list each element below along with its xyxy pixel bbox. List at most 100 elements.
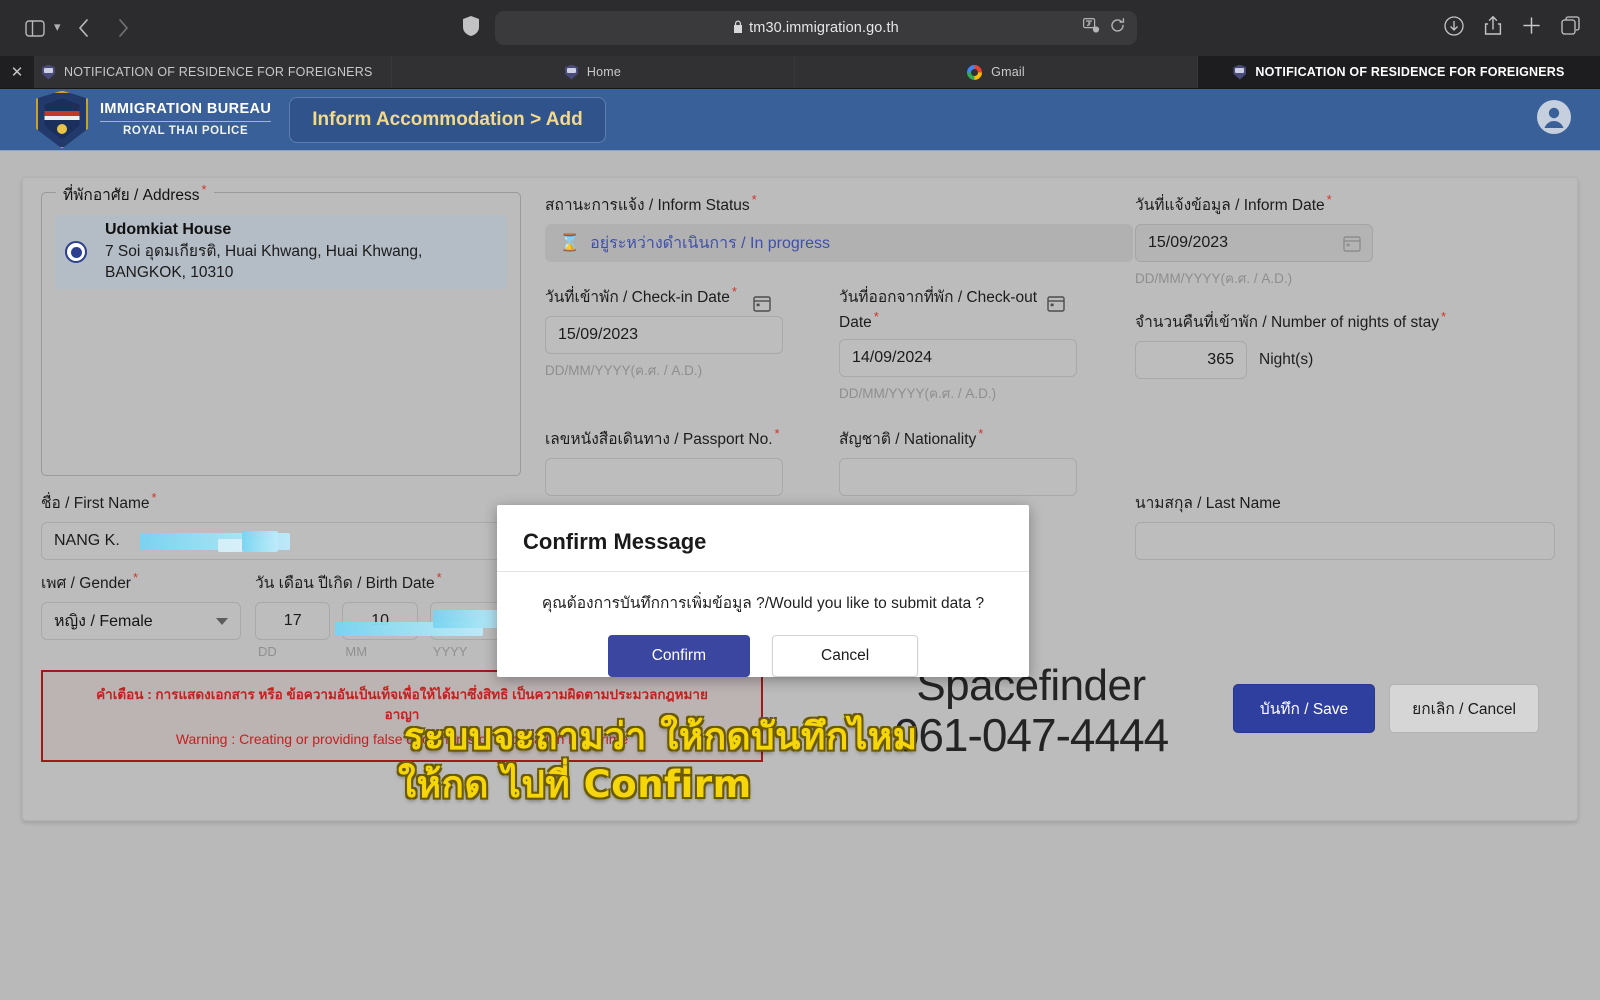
url-input[interactable]: tm30.immigration.go.th bbox=[495, 11, 1137, 45]
page-background: ที่พักอาศัย / Address * Udomkiat House 7 … bbox=[0, 151, 1600, 1000]
last-name-input[interactable] bbox=[1135, 522, 1555, 560]
plus-icon[interactable] bbox=[1522, 16, 1541, 40]
nights-unit-label: Night(s) bbox=[1259, 351, 1314, 369]
gender-label: เพศ / Gender * bbox=[41, 570, 139, 593]
sidebar-icon[interactable] bbox=[18, 13, 52, 43]
dialog-title: Confirm Message bbox=[523, 529, 707, 554]
address-radio[interactable] bbox=[65, 241, 87, 263]
gender-group: เพศ / Gender * หญิง / Female bbox=[41, 570, 241, 641]
warning-thai-line1: คำเตือน : การแสดงเอกสาร หรือ ข้อความอันเ… bbox=[96, 686, 708, 702]
address-option-name: Udomkiat House bbox=[105, 220, 232, 238]
inform-date-hint: DD/MM/YYYY(ค.ศ. / A.D.) bbox=[1135, 271, 1293, 287]
address-option-line2: BANGKOK, 10310 bbox=[105, 263, 234, 281]
chevron-down-icon bbox=[216, 617, 228, 625]
cancel-button[interactable]: ยกเลิก / Cancel bbox=[1389, 684, 1539, 733]
address-legend: ที่พักอาศัย / Address * bbox=[56, 182, 214, 208]
browser-nav-controls: ▾ bbox=[0, 13, 141, 43]
warning-thai-line2: อาญา bbox=[384, 707, 420, 722]
tab-gmail[interactable]: Gmail bbox=[795, 56, 1198, 88]
calendar-icon bbox=[1343, 234, 1361, 257]
tab-overview-icon[interactable] bbox=[1561, 16, 1580, 40]
tab-label: Gmail bbox=[991, 65, 1025, 79]
nights-value: 365 bbox=[1207, 351, 1234, 369]
inform-date-input[interactable]: 15/09/2023 bbox=[1135, 224, 1373, 263]
inform-status-label: สถานะการแจ้ง / Inform Status * bbox=[545, 192, 757, 215]
inform-status-text: อยู่ระหว่างดำเนินการ / In progress bbox=[590, 234, 831, 252]
birth-day-hint: DD bbox=[258, 644, 277, 660]
brand-block: IMMIGRATION BUREAU ROYAL THAI POLICE bbox=[0, 90, 272, 149]
dialog-confirm-button[interactable]: Confirm bbox=[607, 635, 750, 677]
last-name-group: นามสกุล / Last Name bbox=[1135, 490, 1555, 560]
dialog-cancel-button[interactable]: Cancel bbox=[772, 635, 919, 677]
inform-status-value: ⌛ อยู่ระหว่างดำเนินการ / In progress bbox=[545, 224, 1133, 263]
required-mark: * bbox=[151, 490, 157, 505]
birth-month-hint: MM bbox=[345, 644, 368, 660]
shield-favicon-icon bbox=[42, 64, 55, 80]
url-text: tm30.immigration.go.th bbox=[749, 20, 899, 36]
gender-select[interactable]: หญิง / Female bbox=[41, 602, 241, 641]
birth-day-input[interactable]: 17 bbox=[255, 602, 331, 641]
shield-favicon-icon bbox=[564, 64, 578, 80]
share-icon[interactable] bbox=[1484, 15, 1502, 41]
required-mark: * bbox=[132, 570, 139, 585]
nights-row: 365 Night(s) bbox=[1135, 341, 1563, 380]
passport-input[interactable] bbox=[545, 458, 783, 497]
address-bar-group: tm30.immigration.go.th bbox=[463, 11, 1137, 45]
nationality-group: สัญชาติ / Nationality * bbox=[839, 426, 1077, 497]
watermark-line2: 061-047-4444 bbox=[893, 709, 1169, 761]
nights-input[interactable]: 365 bbox=[1135, 341, 1247, 380]
inform-date-group: 15/09/2023 DD/MM/YYYY(ค.ศ. / A.D.) bbox=[1135, 224, 1373, 289]
required-mark: * bbox=[774, 426, 780, 442]
calendar-icon[interactable] bbox=[753, 294, 771, 317]
close-tab-button[interactable]: ✕ bbox=[0, 56, 34, 88]
checkin-date-group: วันที่เข้าพัก / Check-in Date * 15/09/202… bbox=[545, 284, 783, 404]
address-option-line1: 7 Soi อุดมเกียรติ, Huai Khwang, Huai Khw… bbox=[105, 242, 423, 260]
checkin-date-input[interactable]: 15/09/2023 bbox=[545, 316, 783, 355]
required-mark: * bbox=[873, 309, 879, 325]
birth-date-group: วัน เดือน ปีเกิด / Birth Date * 17 DD 10 … bbox=[255, 570, 525, 659]
sidebar-chevron-down-icon[interactable]: ▾ bbox=[54, 19, 61, 37]
passport-group: เลขหนังสือเดินทาง / Passport No. * bbox=[545, 426, 783, 497]
tab-notification-1[interactable]: NOTIFICATION OF RESIDENCE FOR FOREIGNERS bbox=[34, 56, 392, 88]
first-name-input[interactable]: NANG K. bbox=[41, 522, 523, 561]
nationality-input[interactable] bbox=[839, 458, 1077, 497]
translate-icon[interactable] bbox=[1083, 18, 1100, 38]
required-mark: * bbox=[731, 284, 737, 300]
required-mark: * bbox=[436, 570, 442, 585]
redaction-overlay bbox=[242, 531, 278, 553]
app-header: IMMIGRATION BUREAU ROYAL THAI POLICE Inf… bbox=[0, 89, 1600, 151]
checkout-date-input[interactable]: 14/09/2024 bbox=[839, 339, 1077, 378]
org-name-line2: ROYAL THAI POLICE bbox=[123, 124, 249, 137]
required-mark: * bbox=[1440, 309, 1447, 325]
spacefinder-watermark: Spacefinder 061-047-4444 bbox=[881, 664, 1181, 761]
save-button[interactable]: บันทึก / Save bbox=[1232, 684, 1376, 733]
immigration-bureau-crest-icon bbox=[36, 90, 88, 149]
warning-english: Warning : Creating or providing false do… bbox=[175, 731, 629, 748]
inform-date-label: วันที่แจ้งข้อมูล / Inform Date * bbox=[1135, 192, 1332, 215]
warning-box: คำเตือน : การแสดงเอกสาร หรือ ข้อความอันเ… bbox=[41, 670, 763, 762]
checkout-date-label: วันที่ออกจากที่พัก / Check-out Date * bbox=[839, 289, 1038, 332]
reload-icon[interactable] bbox=[1110, 18, 1125, 38]
birth-day-value: 17 bbox=[283, 612, 302, 630]
checkout-date-hint: DD/MM/YYYY(ค.ศ. / A.D.) bbox=[839, 386, 997, 402]
forward-chevron-icon[interactable] bbox=[107, 13, 141, 43]
address-option-row[interactable]: Udomkiat House 7 Soi อุดมเกียรติ, Huai K… bbox=[55, 215, 507, 289]
tab-notification-active[interactable]: NOTIFICATION OF RESIDENCE FOR FOREIGNERS bbox=[1198, 56, 1600, 88]
tab-label: Home bbox=[586, 65, 622, 79]
shield-icon[interactable] bbox=[463, 15, 479, 41]
user-avatar-icon[interactable] bbox=[1536, 99, 1572, 140]
tab-home[interactable]: Home bbox=[392, 56, 795, 88]
checkout-date-value: 14/09/2024 bbox=[852, 349, 933, 367]
tab-label: NOTIFICATION OF RESIDENCE FOR FOREIGNERS bbox=[64, 65, 373, 79]
nights-label: จำนวนคืนที่เข้าพัก / Number of nights of… bbox=[1135, 309, 1447, 332]
required-mark: * bbox=[201, 182, 207, 197]
gmail-favicon-icon bbox=[967, 64, 983, 80]
back-chevron-icon[interactable] bbox=[67, 13, 101, 43]
calendar-icon[interactable] bbox=[1047, 294, 1065, 317]
address-fieldset: ที่พักอาศัย / Address * Udomkiat House 7 … bbox=[41, 182, 521, 476]
dialog-message: คุณต้องการบันทึกการเพิ่มข้อมูล ?/Would y… bbox=[541, 595, 985, 612]
download-icon[interactable] bbox=[1444, 15, 1464, 41]
nationality-label: สัญชาติ / Nationality * bbox=[839, 426, 984, 449]
first-name-value: NANG K. bbox=[54, 532, 120, 550]
checkin-date-value: 15/09/2023 bbox=[558, 326, 639, 344]
